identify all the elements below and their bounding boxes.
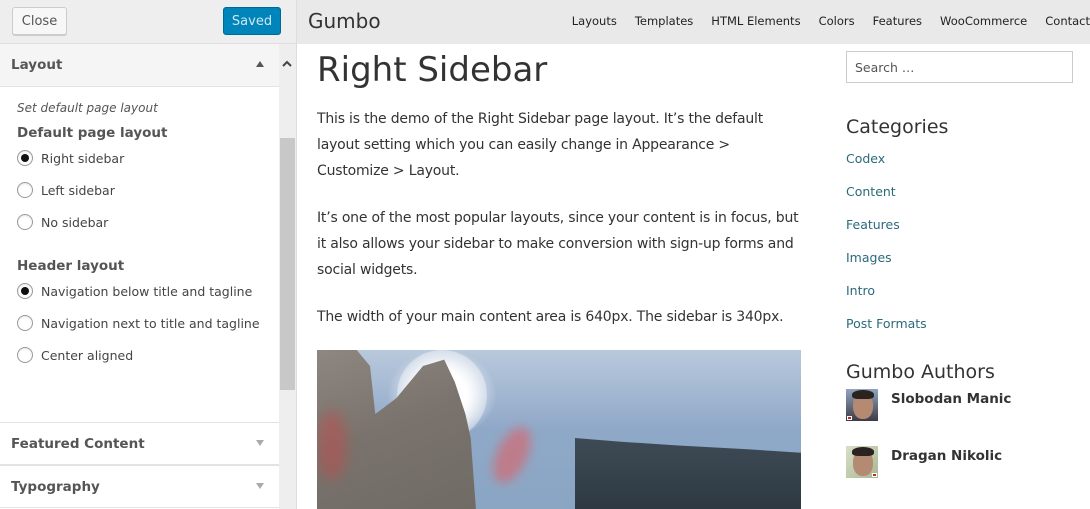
- nav-item-html-elements[interactable]: HTML Elements: [711, 14, 800, 28]
- radio-checked-icon[interactable]: [17, 283, 33, 299]
- section-layout-header[interactable]: Layout: [0, 44, 279, 87]
- radio-option-nav-next-to[interactable]: Navigation next to title and tagline: [17, 307, 262, 339]
- section-title: Typography: [11, 478, 100, 495]
- page-title: Right Sidebar: [317, 50, 548, 90]
- avatar[interactable]: [846, 389, 878, 421]
- avatar-hair: [852, 390, 874, 399]
- nav-item-features[interactable]: Features: [873, 14, 922, 28]
- avatar-badge-icon: [872, 473, 877, 477]
- customizer-panel: Close Saved Layout Set default page layo…: [0, 0, 297, 509]
- main-content: Right Sidebar This is the demo of the Ri…: [317, 50, 801, 509]
- expand-arrow-icon[interactable]: [256, 440, 264, 446]
- radio-label: Right sidebar: [41, 150, 125, 166]
- expand-arrow-icon[interactable]: [256, 483, 264, 489]
- section-featured-content[interactable]: Featured Content: [0, 422, 279, 465]
- category-item: Intro: [846, 282, 1076, 315]
- category-item: Content: [846, 183, 1076, 216]
- radio-option-center-aligned[interactable]: Center aligned: [17, 339, 262, 371]
- customizer-header: Close Saved: [0, 0, 296, 44]
- customizer-scrollbar[interactable]: [279, 44, 296, 509]
- search-input[interactable]: [846, 51, 1073, 83]
- author-item: Dragan Nikolic: [846, 446, 1076, 503]
- category-link-post-formats[interactable]: Post Formats: [846, 316, 927, 331]
- radio-option-no-sidebar[interactable]: No sidebar: [17, 206, 262, 238]
- section-title: Featured Content: [11, 435, 145, 452]
- header-layout-label: Header layout: [17, 258, 125, 274]
- section-description: Set default page layout: [17, 101, 158, 115]
- nav-item-templates[interactable]: Templates: [635, 14, 693, 28]
- paragraph: It’s one of the most popular layouts, si…: [317, 210, 799, 278]
- authors-title: Gumbo Authors: [846, 361, 995, 383]
- author-item: Slobodan Manic: [846, 389, 1076, 446]
- paragraph: The width of your main content area is 6…: [317, 309, 784, 325]
- paragraph: This is the demo of the Right Sidebar pa…: [317, 111, 764, 179]
- ruin-wall: [317, 350, 476, 509]
- nav-item-contact[interactable]: Contact: [1045, 14, 1090, 28]
- nav-item-woocommerce[interactable]: WooCommerce: [940, 14, 1027, 28]
- category-link-images[interactable]: Images: [846, 250, 892, 265]
- category-link-codex[interactable]: Codex: [846, 151, 885, 166]
- radio-unchecked-icon[interactable]: [17, 214, 33, 230]
- radio-label: Navigation below title and tagline: [41, 283, 253, 299]
- lens-flare: [317, 410, 347, 480]
- scroll-up-chevron-icon[interactable]: [282, 59, 292, 69]
- radio-label: Navigation next to title and tagline: [41, 315, 260, 331]
- primary-nav: Layouts Templates HTML Elements Colors F…: [572, 14, 1090, 28]
- hero-image: [317, 350, 801, 509]
- customizer-sections: Layout Set default page layout Default p…: [0, 44, 279, 509]
- author-name[interactable]: Dragan Nikolic: [891, 448, 1002, 464]
- category-item: Post Formats: [846, 315, 1076, 348]
- category-item: Images: [846, 249, 1076, 282]
- saved-button[interactable]: Saved: [223, 7, 281, 35]
- site-title[interactable]: Gumbo: [308, 9, 381, 33]
- category-link-content[interactable]: Content: [846, 184, 896, 199]
- collapse-arrow-icon[interactable]: [256, 61, 264, 67]
- radio-unchecked-icon[interactable]: [17, 182, 33, 198]
- category-item: Features: [846, 216, 1076, 249]
- radio-label: Left sidebar: [41, 182, 115, 198]
- site-header: Gumbo Layouts Templates HTML Elements Co…: [297, 0, 1090, 44]
- close-button[interactable]: Close: [12, 7, 67, 35]
- radio-checked-icon[interactable]: [17, 150, 33, 166]
- avatar[interactable]: [846, 446, 878, 478]
- category-link-features[interactable]: Features: [846, 217, 900, 232]
- radio-option-right-sidebar[interactable]: Right sidebar: [17, 142, 262, 174]
- category-link-intro[interactable]: Intro: [846, 283, 875, 298]
- lens-flare: [485, 421, 539, 489]
- radio-unchecked-icon[interactable]: [17, 347, 33, 363]
- site-preview: Gumbo Layouts Templates HTML Elements Co…: [297, 0, 1090, 509]
- author-name[interactable]: Slobodan Manic: [891, 391, 1011, 407]
- radio-option-left-sidebar[interactable]: Left sidebar: [17, 174, 262, 206]
- header-layout-radio-group: Navigation below title and tagline Navig…: [17, 275, 262, 371]
- default-page-layout-label: Default page layout: [17, 125, 168, 141]
- avatar-badge-icon: [847, 416, 852, 420]
- radio-label: No sidebar: [41, 214, 109, 230]
- category-item: Codex: [846, 150, 1076, 183]
- avatar-hair: [852, 447, 874, 456]
- default-page-layout-radio-group: Right sidebar Left sidebar No sidebar: [17, 142, 262, 238]
- radio-option-nav-below[interactable]: Navigation below title and tagline: [17, 275, 262, 307]
- radio-unchecked-icon[interactable]: [17, 315, 33, 331]
- section-title: Layout: [11, 57, 63, 73]
- radio-label: Center aligned: [41, 347, 134, 363]
- right-sidebar: Categories Codex Content Features Images…: [846, 51, 1076, 503]
- nav-item-layouts[interactable]: Layouts: [572, 14, 617, 28]
- section-layout-body: Set default page layout Default page lay…: [0, 87, 279, 422]
- nav-item-colors[interactable]: Colors: [819, 14, 855, 28]
- section-typography[interactable]: Typography: [0, 465, 279, 508]
- categories-title: Categories: [846, 116, 949, 138]
- mountain: [575, 438, 801, 509]
- categories-list: Codex Content Features Images Intro Post…: [846, 150, 1076, 348]
- scrollbar-thumb[interactable]: [280, 138, 295, 390]
